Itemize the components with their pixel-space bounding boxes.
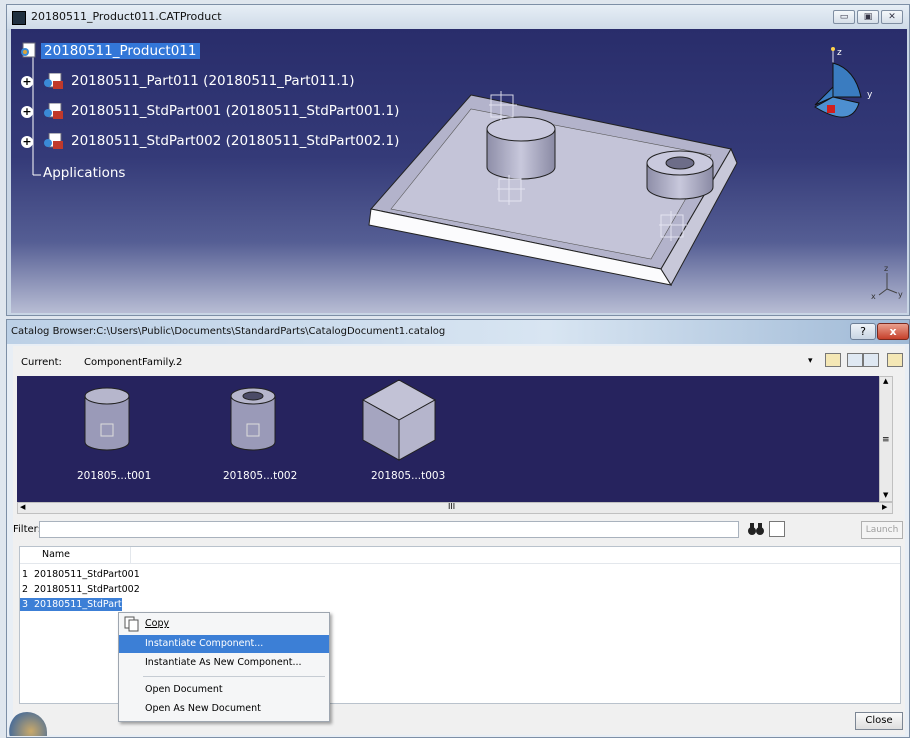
window-title: 20180511_Product011.CATProduct <box>31 10 222 23</box>
thumbnail-preview-area[interactable]: 201805...t001 201805...t002 201805...t00… <box>17 376 879 502</box>
expand-icon[interactable]: + <box>21 136 33 148</box>
scroll-down-icon[interactable]: ▼ <box>883 491 888 499</box>
catia-product-window: 20180511_Product011.CATProduct ▭ ▣ ✕ 201… <box>6 4 910 316</box>
tree-item-part011[interactable]: 20180511_Part011 (20180511_Part011.1) <box>71 73 354 89</box>
part-icon <box>43 72 63 89</box>
menu-item-label: Instantiate Component... <box>145 638 264 649</box>
list-row-index: 1 <box>22 569 29 580</box>
column-header-name[interactable]: Name <box>42 549 70 560</box>
catalog-title: Catalog Browser:C:\Users\Public\Document… <box>11 326 446 337</box>
menu-item-instantiate-component[interactable]: Instantiate Component... <box>119 635 329 653</box>
menu-item-label: Copy <box>145 618 170 629</box>
column-divider <box>130 547 131 563</box>
close-dialog-button[interactable]: x <box>877 323 909 340</box>
context-menu: Copy Instantiate Component... Instantiat… <box>118 612 330 722</box>
axis-y-label: y <box>898 290 903 299</box>
close-button[interactable]: Close <box>855 712 903 730</box>
cylinder-thumbnail-icon[interactable] <box>67 382 147 462</box>
vertical-scrollbar[interactable]: ▲ ≡ ▼ <box>879 376 893 502</box>
axis-triad-icon: z x y <box>871 264 903 301</box>
chevron-down-icon[interactable]: ▾ <box>808 356 813 366</box>
thumbnail-caption: 201805...t003 <box>371 470 446 482</box>
compass-icon[interactable]: z y <box>811 43 881 135</box>
list-row-name-selected[interactable]: 20180511_StdPart003 <box>34 599 140 611</box>
restore-button[interactable]: ▣ <box>857 10 879 24</box>
help-button[interactable]: ? <box>850 323 876 340</box>
scroll-left-icon[interactable]: ◀ <box>20 503 25 511</box>
menu-separator <box>143 676 325 677</box>
scroll-grip[interactable]: III <box>448 502 455 511</box>
tree-item-applications[interactable]: Applications <box>43 165 125 181</box>
cube-thumbnail-icon[interactable] <box>359 376 439 464</box>
3d-plate-model <box>368 91 738 286</box>
current-label: Current: <box>21 357 62 368</box>
list-row-name[interactable]: 20180511_StdPart002 <box>34 584 140 596</box>
filter-input[interactable] <box>39 521 739 538</box>
windows-orb-icon <box>7 712 47 736</box>
list-header <box>20 547 900 564</box>
current-family-field[interactable]: ComponentFamily.2 ▾ <box>69 353 819 371</box>
close-window-button[interactable]: ✕ <box>881 10 903 24</box>
catalog-title-bar[interactable]: Catalog Browser:C:\Users\Public\Document… <box>7 320 909 344</box>
catia-app-icon <box>12 11 26 25</box>
compass-z-label: z <box>837 48 842 58</box>
current-family-value: ComponentFamily.2 <box>84 357 183 368</box>
open-catalog-icon[interactable] <box>887 353 903 367</box>
part-icon <box>43 132 63 149</box>
tree-root-product[interactable]: 20180511_Product011 <box>41 43 200 59</box>
window-title-bar[interactable]: 20180511_Product011.CATProduct ▭ ▣ ✕ <box>7 5 909 29</box>
launch-button[interactable]: Launch <box>861 521 903 539</box>
thumbnail-caption: 201805...t002 <box>223 470 298 482</box>
view-mode-icons-icon[interactable] <box>863 353 879 367</box>
horizontal-scrollbar[interactable]: ◀ III ▶ <box>17 502 893 514</box>
scroll-grip[interactable]: ≡ <box>882 435 890 445</box>
axis-x-label: x <box>871 292 876 301</box>
menu-item-open-as-new-document[interactable]: Open As New Document <box>119 700 329 718</box>
axis-z-label: z <box>884 264 888 273</box>
3d-viewport[interactable]: 20180511_Product011 + 20180511_Part011 (… <box>11 29 907 313</box>
compass-y-label: y <box>867 90 873 100</box>
menu-item-label: Instantiate As New Component... <box>145 657 302 668</box>
menu-item-label: Open Document <box>145 684 223 695</box>
filter-options-icon[interactable] <box>769 521 785 537</box>
part-icon <box>43 102 63 119</box>
list-row-name[interactable]: 20180511_StdPart001 <box>34 569 140 581</box>
binoculars-icon[interactable] <box>747 521 765 537</box>
minimize-button[interactable]: ▭ <box>833 10 855 24</box>
menu-item-copy[interactable]: Copy <box>119 615 329 633</box>
hollow-cylinder-thumbnail-icon[interactable] <box>213 382 293 462</box>
thumbnail-caption: 201805...t001 <box>77 470 152 482</box>
scroll-right-icon[interactable]: ▶ <box>882 503 887 511</box>
list-row-index: 2 <box>22 584 29 595</box>
scroll-up-icon[interactable]: ▲ <box>883 377 888 385</box>
folder-up-icon[interactable] <box>825 353 841 367</box>
menu-item-open-document[interactable]: Open Document <box>119 681 329 699</box>
expand-icon[interactable]: + <box>21 106 33 118</box>
filter-label: Filter: <box>13 524 41 535</box>
product-icon <box>19 41 36 58</box>
list-row-index: 3 <box>22 599 29 610</box>
menu-item-label: Open As New Document <box>145 703 261 714</box>
menu-item-instantiate-as-new[interactable]: Instantiate As New Component... <box>119 654 329 672</box>
view-mode-list-icon[interactable] <box>847 353 863 367</box>
expand-icon[interactable]: + <box>21 76 33 88</box>
